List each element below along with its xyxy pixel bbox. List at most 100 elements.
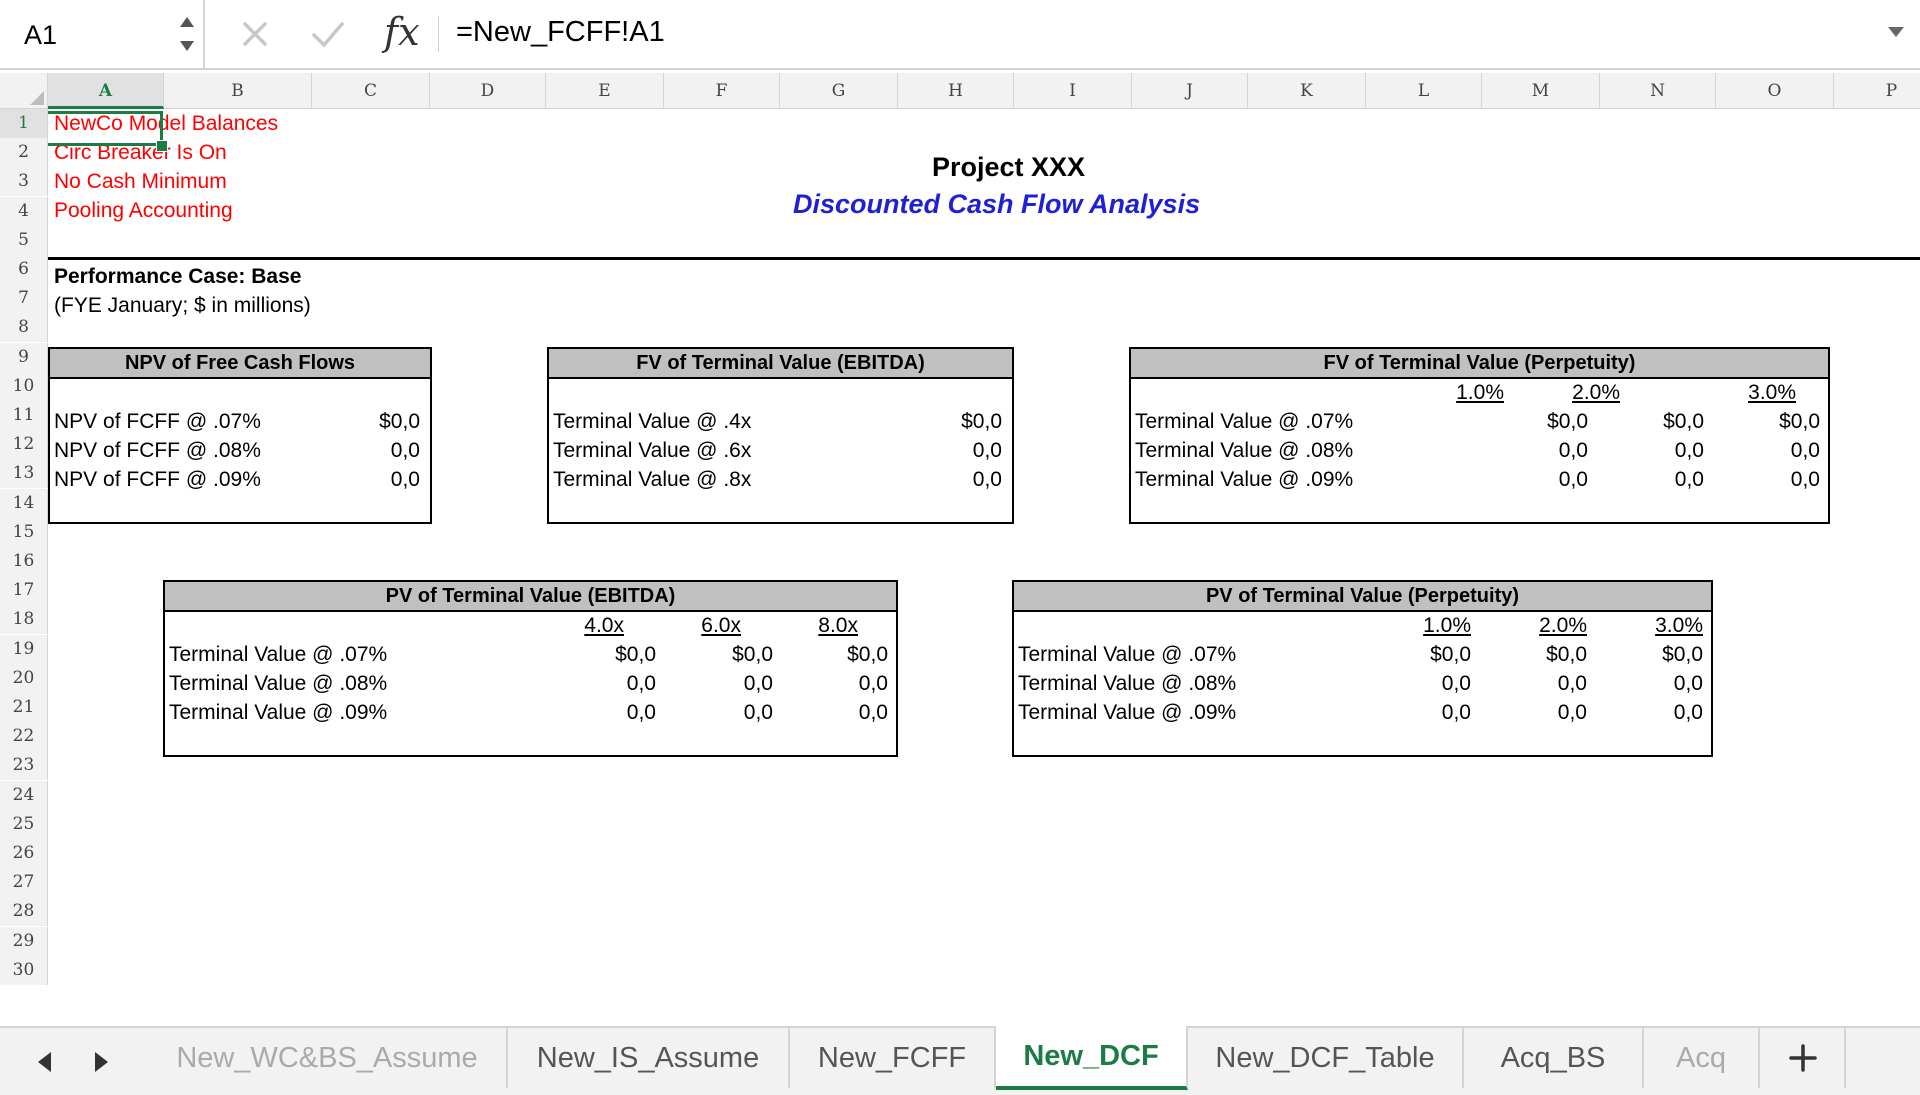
row-header-18[interactable]: 18 <box>0 605 48 635</box>
fv-ebitda-row-value[interactable]: 0,0 <box>973 436 1002 465</box>
chevron-down-icon[interactable] <box>1886 24 1906 40</box>
pv-ebitda-cell[interactable]: $0,0 <box>847 640 888 669</box>
fv-perp-cell[interactable]: 0,0 <box>1675 436 1704 465</box>
row-header-23[interactable]: 23 <box>0 751 48 781</box>
pv-perp-cell[interactable]: 0,0 <box>1558 698 1587 727</box>
pv-ebitda-cell[interactable]: $0,0 <box>732 640 773 669</box>
row-header-8[interactable]: 8 <box>0 313 48 343</box>
pv-ebitda-col-header[interactable]: 6.0x <box>701 611 741 640</box>
fill-handle[interactable] <box>156 140 168 152</box>
column-header-e[interactable]: E <box>546 73 664 109</box>
npv-row-label[interactable]: NPV of FCFF @ .08% <box>54 436 261 465</box>
npv-row-label[interactable]: NPV of FCFF @ .09% <box>54 465 261 494</box>
pv-ebitda-cell[interactable]: 0,0 <box>859 698 888 727</box>
pv-perp-col-header[interactable]: 3.0% <box>1655 611 1703 640</box>
row-header-24[interactable]: 24 <box>0 780 48 810</box>
row-header-10[interactable]: 10 <box>0 371 48 401</box>
units-note[interactable]: (FYE January; $ in millions) <box>54 291 311 320</box>
pv-perp-cell[interactable]: 0,0 <box>1442 698 1471 727</box>
name-box[interactable]: A1 <box>0 0 205 68</box>
column-header-g[interactable]: G <box>780 73 898 109</box>
row-header-30[interactable]: 30 <box>0 955 48 985</box>
row-header-29[interactable]: 29 <box>0 926 48 956</box>
column-header-m[interactable]: M <box>1482 73 1600 109</box>
cancel-icon[interactable] <box>233 12 277 56</box>
pv-perp-cell[interactable]: $0,0 <box>1662 640 1703 669</box>
pv-perp-cell[interactable]: 0,0 <box>1558 669 1587 698</box>
pv-ebitda-row-label[interactable]: Terminal Value @ .07% <box>169 640 387 669</box>
column-header-n[interactable]: N <box>1600 73 1716 109</box>
column-header-j[interactable]: J <box>1132 73 1248 109</box>
row-header-26[interactable]: 26 <box>0 839 48 868</box>
pv-perp-row-label[interactable]: Terminal Value @ .07% <box>1018 640 1236 669</box>
fv-ebitda-row-value[interactable]: $0,0 <box>961 407 1002 436</box>
row-header-11[interactable]: 11 <box>0 401 48 430</box>
chevron-right-icon[interactable] <box>90 1050 112 1074</box>
column-header-c[interactable]: C <box>312 73 430 109</box>
npv-row-label[interactable]: NPV of FCFF @ .07% <box>54 407 261 436</box>
pv-perp-col-header[interactable]: 1.0% <box>1423 611 1471 640</box>
column-header-b[interactable]: B <box>164 73 312 109</box>
row-header-21[interactable]: 21 <box>0 693 48 722</box>
npv-row-value[interactable]: 0,0 <box>391 436 420 465</box>
cell-a4[interactable]: Pooling Accounting <box>54 196 233 225</box>
row-header-2[interactable]: 2 <box>0 138 48 168</box>
fv-perp-col-header[interactable]: 2.0% <box>1572 378 1620 407</box>
row-header-12[interactable]: 12 <box>0 430 48 460</box>
row-header-19[interactable]: 19 <box>0 634 48 664</box>
column-header-p[interactable]: P <box>1834 73 1920 109</box>
row-header-13[interactable]: 13 <box>0 459 48 489</box>
row-header-25[interactable]: 25 <box>0 809 48 839</box>
pv-ebitda-cell[interactable]: 0,0 <box>744 669 773 698</box>
pv-perp-cell[interactable]: 0,0 <box>1674 669 1703 698</box>
sheet-tab-new-wc-bs-assume[interactable]: New_WC&BS_Assume <box>148 1028 508 1088</box>
pv-perp-row-label[interactable]: Terminal Value @ .09% <box>1018 698 1236 727</box>
active-cell-selection[interactable] <box>48 111 163 146</box>
fv-perp-cell[interactable]: $0,0 <box>1779 407 1820 436</box>
column-header-d[interactable]: D <box>430 73 546 109</box>
fv-ebitda-row-value[interactable]: 0,0 <box>973 465 1002 494</box>
row-header-22[interactable]: 22 <box>0 722 48 752</box>
pv-ebitda-cell[interactable]: 0,0 <box>859 669 888 698</box>
pv-ebitda-row-label[interactable]: Terminal Value @ .09% <box>169 698 387 727</box>
fv-perp-cell[interactable]: 0,0 <box>1791 465 1820 494</box>
fv-perp-col-header[interactable]: 3.0% <box>1748 378 1796 407</box>
fv-perp-cell[interactable]: $0,0 <box>1663 407 1704 436</box>
select-all-corner[interactable] <box>0 73 48 109</box>
fv-perp-col-header[interactable]: 1.0% <box>1456 378 1504 407</box>
pv-ebitda-row-label[interactable]: Terminal Value @ .08% <box>169 669 387 698</box>
add-sheet-button[interactable] <box>1760 1028 1846 1088</box>
row-header-14[interactable]: 14 <box>0 488 48 518</box>
pv-perp-col-header[interactable]: 2.0% <box>1539 611 1587 640</box>
fv-perp-cell[interactable]: 0,0 <box>1791 436 1820 465</box>
fv-perp-cell[interactable]: 0,0 <box>1559 436 1588 465</box>
sheet-tab-acq-bs[interactable]: Acq_BS <box>1464 1028 1644 1088</box>
row-header-4[interactable]: 4 <box>0 196 48 226</box>
row-header-5[interactable]: 5 <box>0 225 48 255</box>
column-header-h[interactable]: H <box>898 73 1014 109</box>
pv-perp-cell[interactable]: $0,0 <box>1546 640 1587 669</box>
fv-perp-row-label[interactable]: Terminal Value @ .08% <box>1135 436 1353 465</box>
pv-ebitda-cell[interactable]: 0,0 <box>627 669 656 698</box>
fv-ebitda-row-label[interactable]: Terminal Value @ .6x <box>553 436 751 465</box>
row-header-1[interactable]: 1 <box>0 109 48 138</box>
row-header-9[interactable]: 9 <box>0 342 48 372</box>
pv-ebitda-cell[interactable]: $0,0 <box>615 640 656 669</box>
sheet-tab-new-is-assume[interactable]: New_IS_Assume <box>508 1028 790 1088</box>
column-header-i[interactable]: I <box>1014 73 1132 109</box>
pv-perp-cell[interactable]: 0,0 <box>1674 698 1703 727</box>
column-header-l[interactable]: L <box>1366 73 1482 109</box>
row-header-6[interactable]: 6 <box>0 255 48 284</box>
formula-input[interactable]: =New_FCFF!A1 <box>456 16 665 49</box>
column-header-a[interactable]: A <box>48 73 164 109</box>
performance-case[interactable]: Performance Case: Base <box>54 262 301 291</box>
column-header-o[interactable]: O <box>1716 73 1834 109</box>
fv-perp-cell[interactable]: $0,0 <box>1547 407 1588 436</box>
row-header-20[interactable]: 20 <box>0 663 48 693</box>
fv-ebitda-row-label[interactable]: Terminal Value @ .4x <box>553 407 751 436</box>
sheet-tab-acq[interactable]: Acq <box>1644 1028 1760 1088</box>
pv-ebitda-col-header[interactable]: 4.0x <box>584 611 624 640</box>
pv-perp-row-label[interactable]: Terminal Value @ .08% <box>1018 669 1236 698</box>
chevron-left-icon[interactable] <box>34 1050 56 1074</box>
row-header-15[interactable]: 15 <box>0 517 48 547</box>
